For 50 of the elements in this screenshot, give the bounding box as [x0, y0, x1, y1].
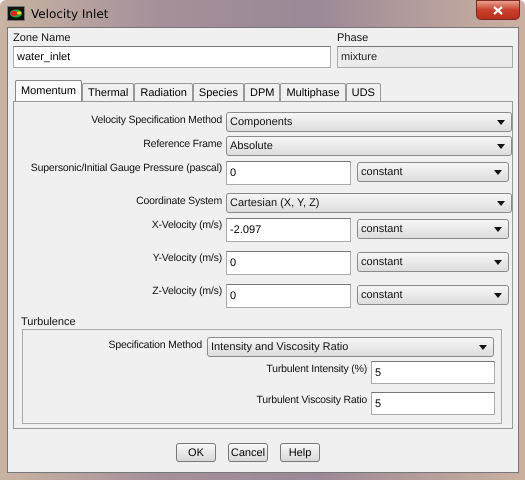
tab[interactable]: UDS [346, 83, 381, 101]
tab[interactable]: Species [192, 83, 244, 101]
zone-name-field[interactable]: water_inlet [13, 46, 331, 68]
input-field[interactable]: 0 [226, 161, 351, 185]
dropdown[interactable]: Intensity and Viscosity Ratio [207, 337, 494, 357]
field-label: Z-Velocity (m/s) [151, 284, 222, 297]
field-label: Turbulent Viscosity Ratio [256, 393, 367, 408]
field-label: Phase [337, 32, 370, 44]
field-label: Supersonic/Initial Gauge Pressure (pascal) [30, 161, 222, 174]
dropdown[interactable]: constant [357, 285, 509, 305]
tab[interactable]: DPM [244, 83, 280, 101]
caret-icon [497, 144, 505, 148]
input-field[interactable]: 5 [371, 392, 495, 415]
tab[interactable]: Momentum [15, 80, 82, 101]
tab[interactable]: Multiphase [280, 83, 346, 101]
dropdown[interactable]: Absolute [226, 136, 512, 156]
close-icon [493, 6, 503, 14]
input-field[interactable]: 0 [226, 251, 351, 275]
caret-icon [494, 260, 502, 264]
app-icon [7, 6, 25, 21]
dialog-button[interactable]: Help [280, 443, 320, 462]
caret-icon [494, 292, 502, 298]
dropdown[interactable]: constant [357, 252, 509, 272]
input-field[interactable]: 5 [371, 361, 495, 384]
tab[interactable]: Radiation [134, 83, 193, 101]
field-label: Coordinate System [135, 194, 222, 207]
dialog-button[interactable]: OK [176, 443, 216, 462]
group-title: Turbulence [21, 316, 77, 328]
field-label: Zone Name [13, 32, 72, 44]
field-label: Specification Method [108, 338, 202, 353]
field-label: Y-Velocity (m/s) [152, 251, 222, 264]
field-label: Velocity Specification Method [90, 113, 222, 126]
dropdown[interactable]: Cartesian (X, Y, Z) [226, 193, 512, 213]
field-label: Turbulent Intensity (%) [266, 362, 367, 377]
field-label: X-Velocity (m/s) [150, 218, 222, 231]
caret-icon [494, 170, 502, 174]
dropdown[interactable]: constant [357, 219, 509, 239]
dialog-button[interactable]: Cancel [228, 443, 268, 462]
caret-icon [497, 200, 505, 206]
caret-icon [479, 344, 487, 350]
close-button[interactable] [476, 0, 520, 20]
input-field[interactable]: -2.097 [226, 218, 351, 242]
tab[interactable]: Thermal [82, 83, 134, 101]
input-field[interactable]: 0 [226, 284, 351, 308]
caret-icon [494, 226, 502, 232]
dropdown[interactable]: Components [226, 112, 512, 132]
caret-icon [497, 120, 505, 124]
dropdown[interactable]: constant [357, 162, 509, 182]
field-label: Reference Frame [142, 137, 222, 150]
window-title: Velocity Inlet [31, 6, 108, 20]
